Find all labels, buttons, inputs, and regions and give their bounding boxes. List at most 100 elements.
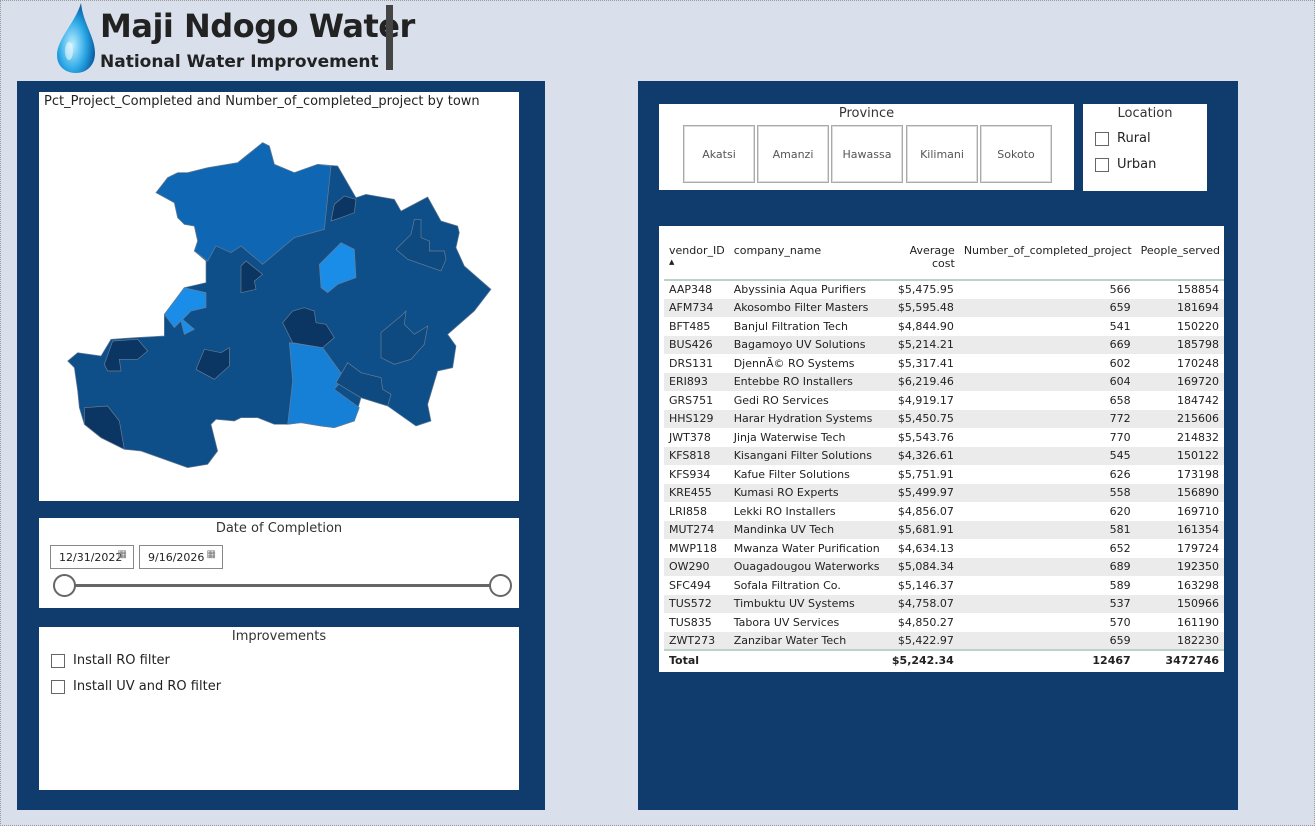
completed-projects-cell: 659 bbox=[958, 298, 1136, 317]
people-served-cell: 158854 bbox=[1177, 283, 1219, 297]
option-label: Install RO filter bbox=[73, 653, 170, 668]
checkbox[interactable] bbox=[1095, 157, 1109, 172]
company-name-cell: Zanzibar Water Tech bbox=[728, 631, 885, 650]
company-name-cell: Tabora UV Services bbox=[733, 615, 840, 629]
option-label: Urban bbox=[1117, 157, 1157, 172]
vendor-id-cell: BUS426 bbox=[664, 335, 729, 354]
column-header-completed-projects[interactable]: Number_of_completed_project bbox=[958, 240, 1136, 281]
province-title: Province bbox=[838, 106, 895, 121]
people-served-cell: 169720 bbox=[1135, 372, 1224, 391]
table-row[interactable]: TUS835 Tabora UV Services $4,850.27 570 1611… bbox=[664, 613, 1224, 632]
completed-projects-cell: 772 bbox=[958, 409, 1136, 428]
table-row[interactable]: LRI858 Lekki RO Installers $4,856.07 620 169… bbox=[664, 502, 1224, 521]
vendor-id-cell: Total bbox=[664, 649, 729, 670]
completed-projects-cell: 770 bbox=[1109, 430, 1131, 444]
checkbox[interactable] bbox=[1095, 131, 1109, 146]
province-akatsi-button[interactable]: Akatsi bbox=[683, 125, 755, 183]
checkbox[interactable] bbox=[51, 679, 65, 694]
completed-projects-cell: 589 bbox=[1109, 578, 1131, 592]
town-map-visual[interactable]: Pct_Project_Completed and Number_of_comp… bbox=[39, 92, 519, 501]
location-option-urban[interactable]: Urban bbox=[1095, 157, 1156, 172]
completed-projects-cell: 545 bbox=[958, 446, 1136, 465]
people-served-cell: 185798 bbox=[1135, 335, 1224, 354]
average-cost-cell: $5,499.97 bbox=[884, 483, 959, 502]
end-date-value: 9/16/2026 bbox=[148, 551, 205, 564]
end-date-input[interactable]: 9/16/2026 ▦ bbox=[139, 545, 223, 569]
average-cost-cell: $4,856.07 bbox=[897, 504, 954, 518]
improvement-option-ro[interactable]: Install RO filter bbox=[51, 653, 170, 668]
company-name-cell: Kisangani Filter Solutions bbox=[728, 446, 885, 465]
completed-projects-cell: 626 bbox=[1109, 467, 1131, 481]
table-row[interactable]: JWT378 Jinja Waterwise Tech $5,543.76 770 21… bbox=[664, 428, 1224, 447]
table-row[interactable]: KFS818 Kisangani Filter Solutions $4,326.6… bbox=[664, 446, 1224, 465]
table-row[interactable]: AAP348 Abyssinia Aqua Purifiers $5,475.95 5… bbox=[664, 280, 1224, 299]
sort-ascending-icon[interactable]: ▲ bbox=[669, 258, 674, 266]
average-cost-cell: $4,844.90 bbox=[897, 319, 954, 333]
completed-projects-cell: 581 bbox=[958, 520, 1136, 539]
people-served-cell: 173198 bbox=[1177, 467, 1219, 481]
company-name-cell: Jinja Waterwise Tech bbox=[733, 430, 846, 444]
location-option-rural[interactable]: Rural bbox=[1095, 131, 1151, 146]
column-header-average-cost[interactable]: Average cost bbox=[884, 240, 959, 281]
table-row[interactable]: BUS426 Bagamoyo UV Solutions $5,214.21 669 1… bbox=[664, 335, 1224, 354]
choropleth-map[interactable] bbox=[41, 131, 511, 481]
vendor-id-cell: SFC494 bbox=[669, 578, 711, 592]
column-header-people-served[interactable]: People_served bbox=[1135, 240, 1224, 281]
people-served-cell: 163298 bbox=[1177, 578, 1219, 592]
company-name-cell bbox=[728, 649, 885, 670]
table-row[interactable]: TUS572 Timbuktu UV Systems $4,758.07 537 150… bbox=[664, 594, 1224, 613]
start-date-handle[interactable] bbox=[53, 574, 76, 597]
table-row[interactable]: SFC494 Sofala Filtration Co. $5,146.37 589 1… bbox=[664, 576, 1224, 595]
table-row[interactable]: AFM734 Akosombo Filter Masters $5,595.48 65… bbox=[664, 298, 1224, 317]
completed-projects-cell: 570 bbox=[1109, 615, 1131, 629]
table-row[interactable]: OW290 Ouagadougou Waterworks $5,084.34 689 1… bbox=[664, 557, 1224, 576]
vendor-id-cell: BFT485 bbox=[669, 319, 711, 333]
company-name-cell: Akosombo Filter Masters bbox=[728, 298, 885, 317]
table-row[interactable]: BFT485 Banjul Filtration Tech $4,844.90 541… bbox=[664, 317, 1224, 336]
table-row[interactable]: ERI893 Entebbe RO Installers $6,219.46 604 1… bbox=[664, 372, 1224, 391]
table-total-row[interactable]: Total $5,242.34 12467 3472746 bbox=[664, 649, 1224, 670]
province-kilimani-button[interactable]: Kilimani bbox=[906, 125, 978, 183]
table-row[interactable]: KFS934 Kafue Filter Solutions $5,751.91 626… bbox=[664, 465, 1224, 484]
table-row[interactable]: MWP118 Mwanza Water Purification $4,634.13… bbox=[664, 539, 1224, 558]
vendor-id-cell: ERI893 bbox=[664, 372, 729, 391]
improvements-title: Improvements bbox=[231, 629, 327, 644]
water-drop-icon bbox=[53, 1, 99, 75]
calendar-icon[interactable]: ▦ bbox=[207, 549, 216, 560]
average-cost-cell: $4,919.17 bbox=[897, 393, 954, 407]
calendar-icon[interactable]: ▦ bbox=[118, 549, 127, 560]
company-name-cell: Banjul Filtration Tech bbox=[733, 319, 848, 333]
checkbox[interactable] bbox=[51, 653, 65, 668]
start-date-input[interactable]: 12/31/2022 ▦ bbox=[50, 545, 134, 569]
completed-projects-cell: 620 bbox=[1109, 504, 1131, 518]
average-cost-cell: $5,475.95 bbox=[897, 283, 954, 297]
column-label: vendor_ID bbox=[669, 244, 725, 257]
province-hawassa-button[interactable]: Hawassa bbox=[831, 125, 903, 183]
people-served-cell: 150220 bbox=[1177, 319, 1219, 333]
end-date-handle[interactable] bbox=[489, 574, 512, 597]
date-slicer-title: Date of Completion bbox=[215, 521, 343, 536]
improvement-option-uv-ro[interactable]: Install UV and RO filter bbox=[51, 679, 221, 694]
people-served-cell: 150122 bbox=[1135, 446, 1224, 465]
average-cost-cell: $5,317.41 bbox=[897, 356, 954, 370]
table-row[interactable]: ZWT273 Zanzibar Water Tech $5,422.97 659 182… bbox=[664, 631, 1224, 650]
table-row[interactable]: MUT274 Mandinka UV Tech $5,681.91 581 161354 bbox=[664, 520, 1224, 539]
completed-projects-cell: 566 bbox=[1109, 283, 1131, 297]
people-served-cell: 215606 bbox=[1135, 409, 1224, 428]
company-name-cell: Lekki RO Installers bbox=[733, 504, 836, 518]
table-row[interactable]: HHS129 Harar Hydration Systems $5,450.75 77… bbox=[664, 409, 1224, 428]
table-row[interactable]: DRS131 DjennÃ© RO Systems $5,317.41 602 1702… bbox=[664, 354, 1224, 373]
province-sokoto-button[interactable]: Sokoto bbox=[980, 125, 1052, 183]
people-served-cell: 179724 bbox=[1177, 541, 1219, 555]
vendor-id-cell: ZWT273 bbox=[664, 631, 729, 650]
average-cost-cell: $5,450.75 bbox=[884, 409, 959, 428]
column-header-company-name[interactable]: company_name bbox=[728, 240, 885, 281]
column-header-vendor-id[interactable]: vendor_ID ▲ bbox=[664, 240, 729, 281]
table-row[interactable]: GRS751 Gedi RO Services $4,919.17 658 184742 bbox=[664, 391, 1224, 410]
people-served-cell: 214832 bbox=[1177, 430, 1219, 444]
vendor-id-cell: OW290 bbox=[664, 557, 729, 576]
table-row[interactable]: KRE455 Kumasi RO Experts $5,499.97 558 15689… bbox=[664, 483, 1224, 502]
province-amanzi-button[interactable]: Amanzi bbox=[757, 125, 829, 183]
date-range-track[interactable] bbox=[63, 584, 501, 587]
province-slicer: Province Akatsi Amanzi Hawassa Kilimani … bbox=[659, 104, 1074, 190]
